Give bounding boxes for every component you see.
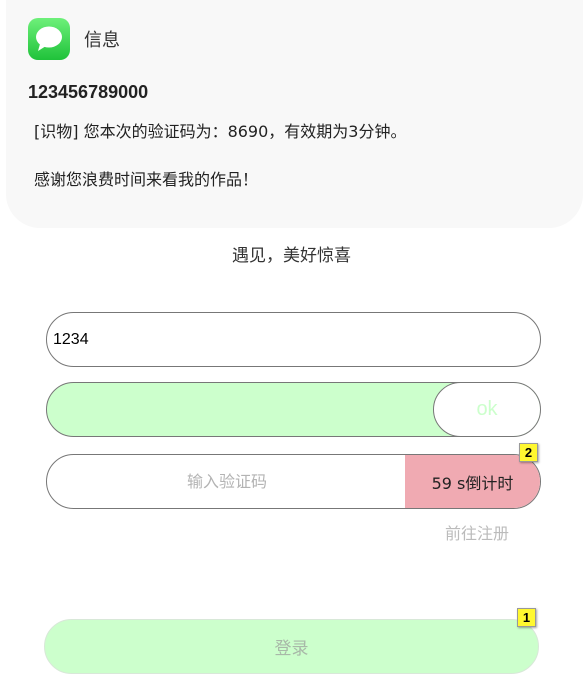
message-line-2: 感谢您浪费时间来看我的作品！ [34,170,259,189]
countdown-label: 59 s倒计时 [431,473,514,493]
messages-icon [28,18,70,60]
slider-verify-track[interactable]: ok [46,382,541,437]
sms-notification-card[interactable]: 信息 123456789000 [识物] 您本次的验证码为：8690，有效期为3… [6,0,583,228]
marker-badge-2: 2 [519,443,538,462]
slider-ok-label: ok [476,398,498,420]
page: 信息 123456789000 [识物] 您本次的验证码为：8690，有效期为3… [0,0,583,687]
sender-number: 123456789000 [28,82,149,102]
login-button[interactable]: 登录 [44,619,539,674]
phone-input[interactable] [47,313,540,366]
tagline: 遇见，美好惊喜 [232,246,351,266]
app-name: 信息 [84,30,120,51]
notification-header: 信息 [28,18,120,60]
message-line-1: [识物] 您本次的验证码为：8690，有效期为3分钟。 [34,122,407,141]
register-link[interactable]: 前往注册 [445,520,509,544]
login-button-label: 登录 [274,639,309,659]
countdown-button[interactable]: 59 s倒计时 [405,455,540,508]
verification-code-input[interactable] [47,455,407,508]
marker-badge-1: 1 [517,608,536,627]
verification-code-field[interactable]: 59 s倒计时 [46,454,541,509]
slider-handle[interactable]: ok [433,383,540,436]
phone-field[interactable] [46,312,541,367]
